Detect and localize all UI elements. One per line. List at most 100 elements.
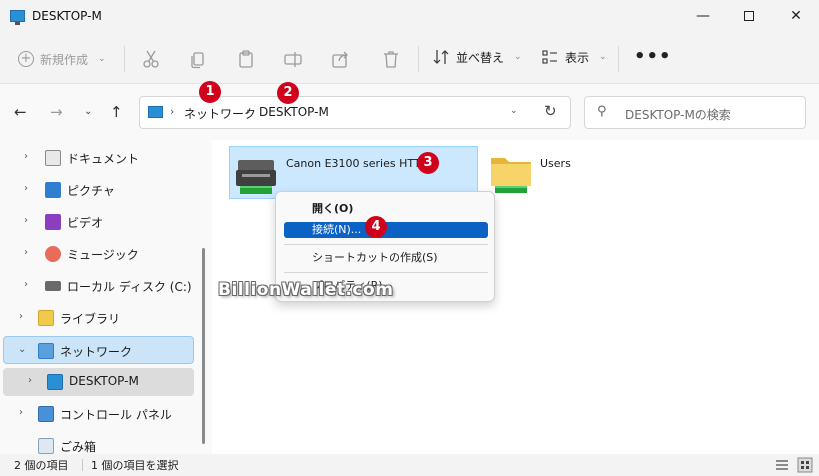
- sidebar-item-music[interactable]: › ミュージック: [3, 240, 194, 268]
- search-icon: ⚲: [597, 104, 607, 119]
- back-arrow-icon[interactable]: ←: [14, 103, 27, 121]
- sidebar-item-control-panel[interactable]: › コントロール パネル: [3, 400, 194, 428]
- maximize-button[interactable]: [726, 0, 772, 34]
- rename-button[interactable]: [282, 48, 304, 70]
- rename-icon: [284, 52, 302, 67]
- minimize-icon: —: [696, 8, 710, 24]
- view-list-icon: [542, 50, 557, 64]
- users-folder-label[interactable]: Users: [540, 157, 571, 170]
- recycle-bin-icon: [38, 438, 54, 454]
- window-title: DESKTOP-M: [32, 9, 102, 23]
- sidebar-scrollbar[interactable]: [202, 248, 205, 444]
- sidebar-item-label: ごみ箱: [60, 440, 97, 454]
- trash-icon: [384, 51, 398, 68]
- view-label: 表示: [565, 50, 590, 65]
- divider: [82, 459, 83, 471]
- picture-icon: [45, 182, 61, 198]
- chevron-right-icon[interactable]: ›: [24, 247, 28, 258]
- chevron-down-icon: ⌄: [98, 54, 106, 64]
- view-button[interactable]: 表示 ⌄: [541, 48, 607, 66]
- divider: [418, 46, 419, 72]
- forward-arrow-icon[interactable]: →: [50, 103, 63, 121]
- drive-icon: [45, 281, 61, 291]
- clipboard-icon: [239, 50, 253, 68]
- tiles-view-icon[interactable]: [797, 457, 813, 473]
- sidebar-item-local-disk[interactable]: › ローカル ディスク (C:): [3, 272, 194, 300]
- copy-button[interactable]: [187, 48, 209, 70]
- sidebar-item-documents[interactable]: › ドキュメント: [3, 144, 194, 172]
- minimize-button[interactable]: —: [680, 0, 726, 34]
- new-label: 新規作成: [40, 52, 89, 67]
- sidebar-item-recycle-bin[interactable]: ごみ箱: [3, 432, 194, 454]
- chevron-right-icon: ›: [170, 105, 175, 118]
- step-badge-3: 3: [417, 152, 439, 174]
- chevron-right-icon[interactable]: ›: [28, 375, 32, 386]
- paste-button[interactable]: [235, 48, 257, 70]
- selected-count: 1 個の項目を選択: [91, 459, 179, 472]
- context-menu-divider: [284, 272, 488, 273]
- chevron-down-icon: ⌄: [599, 52, 607, 62]
- copy-icon: [191, 52, 204, 69]
- command-bar: + 新規作成 ⌄ 並べ替え ⌄ 表示 ⌄ •••: [0, 34, 819, 84]
- sidebar-item-libraries[interactable]: › ライブラリ: [3, 304, 194, 332]
- delete-button[interactable]: [380, 48, 402, 70]
- search-placeholder: DESKTOP-Mの検索: [625, 108, 731, 122]
- sort-icon: [433, 50, 449, 64]
- video-icon: [45, 214, 61, 230]
- chevron-down-icon[interactable]: ⌄: [84, 106, 92, 117]
- sidebar-item-label: コントロール パネル: [60, 408, 172, 422]
- document-icon: [45, 150, 61, 166]
- close-button[interactable]: ✕: [773, 0, 819, 34]
- printer-item-label: Canon E3100 series HTTP: [286, 157, 428, 170]
- scissors-icon: [143, 50, 159, 68]
- breadcrumb-desktop[interactable]: DESKTOP-M: [259, 105, 329, 119]
- sidebar-item-pictures[interactable]: › ピクチャ: [3, 176, 194, 204]
- refresh-icon[interactable]: ↻: [544, 102, 557, 120]
- up-arrow-icon[interactable]: ↑: [110, 103, 123, 121]
- watermark: BillionWallet.com: [218, 280, 394, 300]
- sidebar-item-label: ミュージック: [67, 248, 139, 262]
- sidebar-item-desktop[interactable]: › DESKTOP-M: [3, 368, 194, 396]
- printer-icon: [236, 160, 276, 194]
- chevron-right-icon[interactable]: ›: [24, 151, 28, 162]
- chevron-down-icon: ⌄: [514, 52, 522, 62]
- sidebar-item-network[interactable]: ⌄ ネットワーク: [3, 336, 194, 364]
- plus-icon: +: [18, 51, 34, 67]
- divider: [618, 46, 619, 72]
- computer-icon: [47, 374, 63, 390]
- close-icon: ✕: [790, 8, 802, 24]
- title-bar: DESKTOP-M — ✕: [0, 0, 819, 34]
- more-options-button[interactable]: •••: [634, 46, 672, 67]
- context-menu-open[interactable]: 開く(O): [284, 201, 488, 217]
- folder-icon[interactable]: [489, 152, 533, 194]
- share-button[interactable]: [330, 48, 352, 70]
- new-button[interactable]: + 新規作成 ⌄: [18, 48, 106, 70]
- step-badge-1: 1: [199, 81, 221, 103]
- sidebar-item-label: ネットワーク: [60, 345, 133, 359]
- folder-icon: [38, 310, 54, 326]
- context-menu-divider: [284, 244, 488, 245]
- sidebar-item-videos[interactable]: › ビデオ: [3, 208, 194, 236]
- details-view-icon[interactable]: [774, 457, 790, 473]
- cut-button[interactable]: [140, 48, 162, 70]
- chevron-down-icon[interactable]: ⌄: [18, 344, 26, 355]
- chevron-right-icon[interactable]: ›: [24, 183, 28, 194]
- navigation-pane: › ドキュメント › ピクチャ › ビデオ › ミュージック › ローカル ディ…: [0, 140, 212, 454]
- divider: [124, 46, 125, 72]
- chevron-right-icon[interactable]: ›: [19, 311, 23, 322]
- computer-icon: [148, 106, 163, 118]
- chevron-right-icon[interactable]: ›: [24, 279, 28, 290]
- search-box[interactable]: ⚲ DESKTOP-Mの検索: [584, 96, 806, 129]
- sort-button[interactable]: 並べ替え ⌄: [432, 48, 522, 66]
- control-panel-icon: [38, 406, 54, 422]
- context-menu-create-shortcut[interactable]: ショートカットの作成(S): [284, 250, 488, 266]
- network-icon: [38, 343, 54, 359]
- chevron-right-icon[interactable]: ›: [24, 215, 28, 226]
- sidebar-item-label: ビデオ: [67, 216, 104, 230]
- chevron-right-icon: ›: [246, 105, 251, 118]
- chevron-down-icon[interactable]: ⌄: [510, 106, 518, 116]
- chevron-right-icon[interactable]: ›: [19, 407, 23, 418]
- music-icon: [45, 246, 61, 262]
- status-bar: 2 個の項目 1 個の項目を選択: [0, 454, 819, 476]
- sidebar-item-label: ローカル ディスク (C:): [67, 280, 192, 294]
